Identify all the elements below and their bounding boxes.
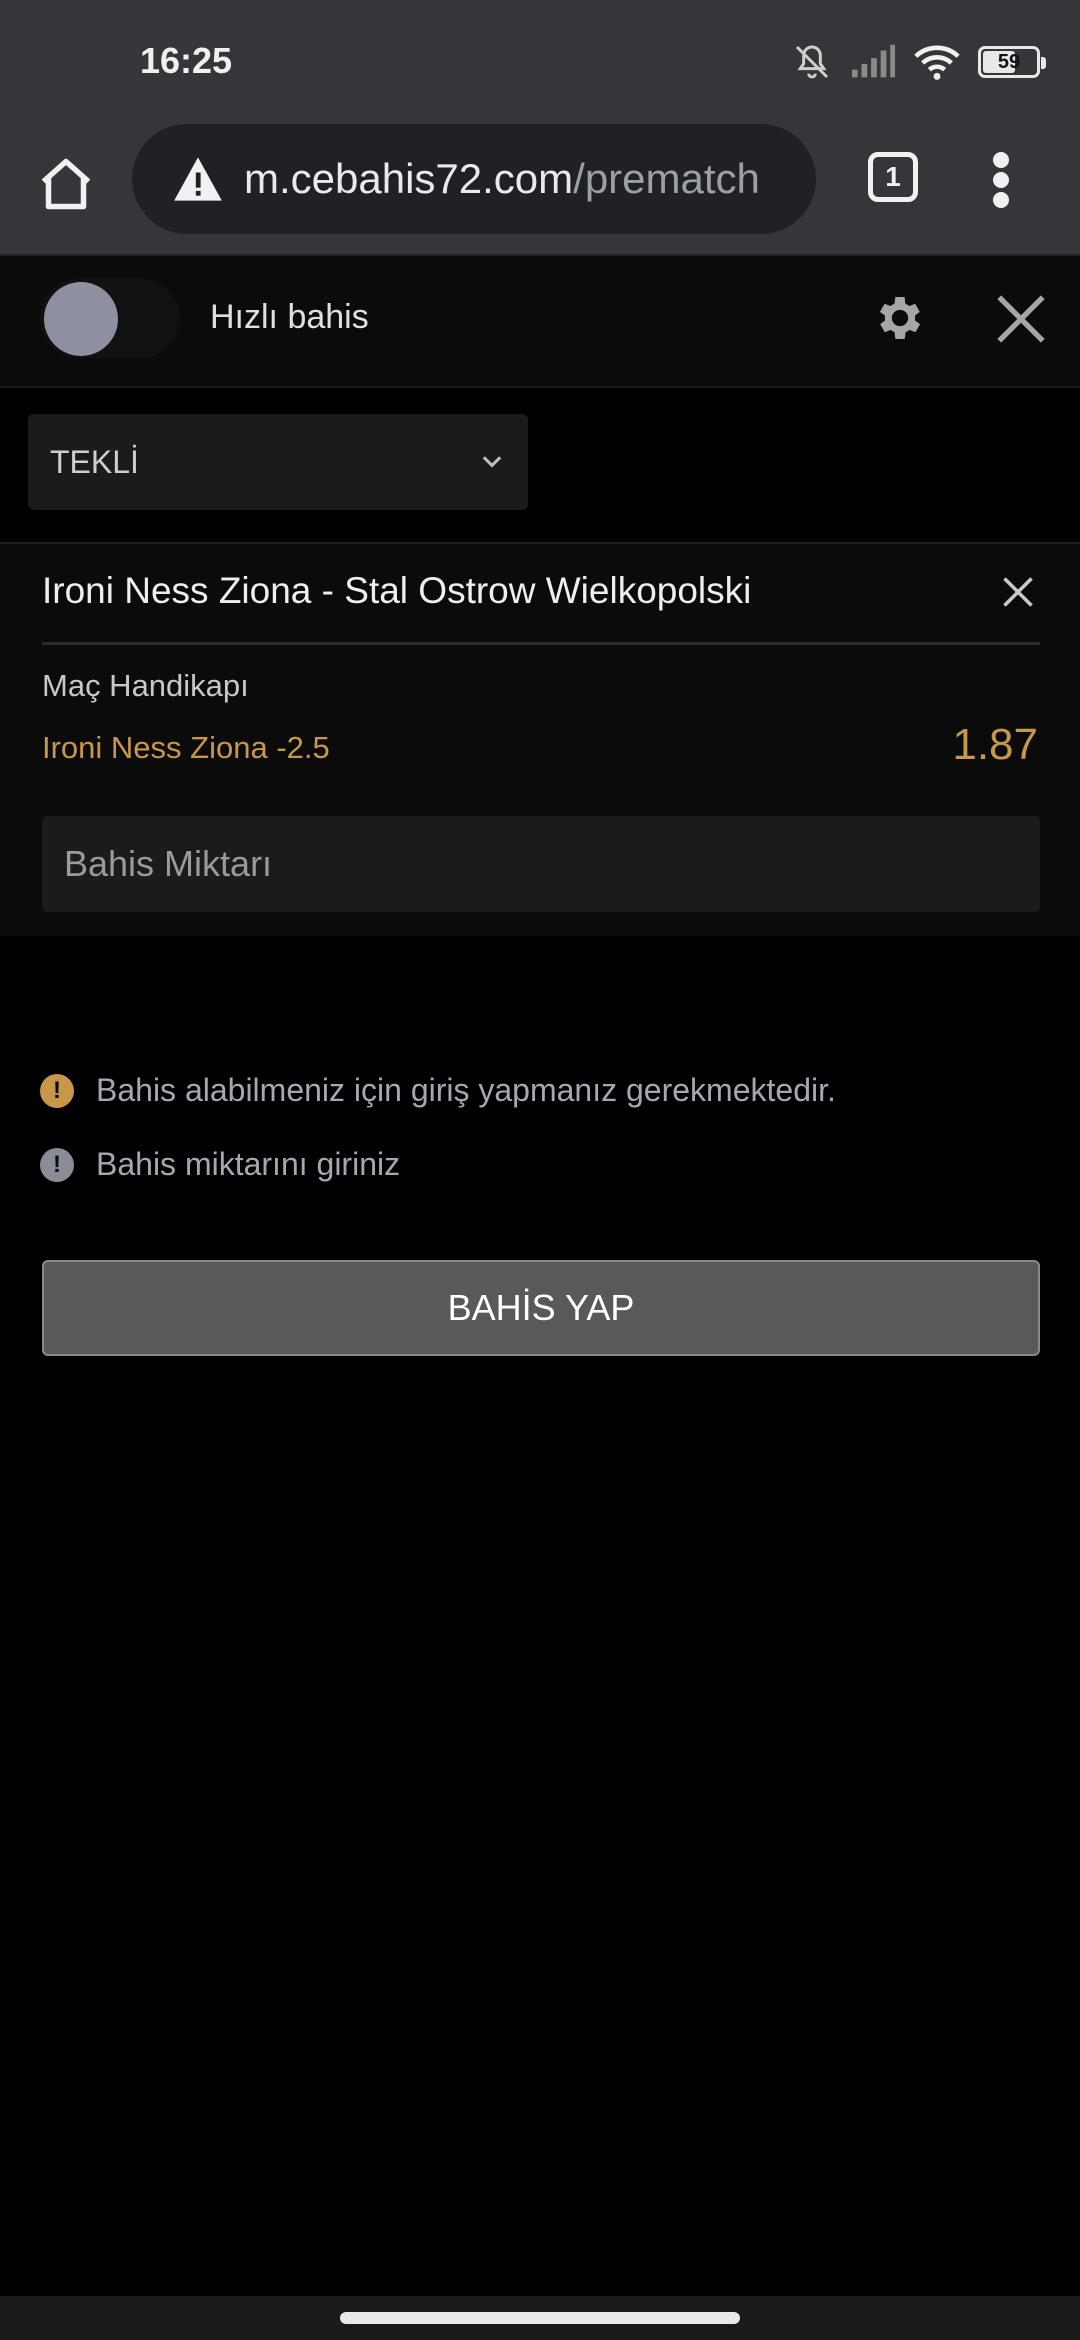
odds-value: 1.87 <box>952 720 1038 769</box>
exclamation-icon: ! <box>40 1147 74 1182</box>
address-bar[interactable]: m.cebahis72.com/prematch <box>132 124 816 234</box>
close-icon[interactable] <box>992 290 1050 348</box>
tab-count: 1 <box>885 161 901 192</box>
status-time: 16:25 <box>140 40 233 81</box>
browser-toolbar: m.cebahis72.com/prematch 1 <box>0 124 1080 256</box>
wifi-icon <box>914 45 960 80</box>
bet-card: Ironi Ness Ziona - Stal Ostrow Wielkopol… <box>0 544 1080 936</box>
stake-required-message: ! Bahis miktarını giriniz <box>40 1146 400 1183</box>
url-text[interactable]: m.cebahis72.com/prematch <box>244 155 760 203</box>
status-icons: 59 <box>792 38 1046 86</box>
tabs-icon[interactable]: 1 <box>868 152 918 202</box>
gear-icon[interactable] <box>872 290 928 346</box>
bell-off-icon <box>795 45 829 79</box>
url-host: m.cebahis72.com <box>244 155 574 202</box>
signal-icon <box>851 44 896 78</box>
quick-bet-toggle[interactable] <box>40 278 180 358</box>
card-divider <box>42 642 1040 645</box>
place-bet-button[interactable]: BAHİS YAP <box>42 1260 1040 1356</box>
message-text: Bahis miktarını giriniz <box>96 1146 401 1182</box>
message-text: Bahis alabilmeniz için giriş yapmanız ge… <box>96 1072 836 1108</box>
toggle-knob <box>44 282 118 356</box>
status-bar: 16:25 59 <box>0 0 1080 124</box>
warning-icon[interactable] <box>172 155 224 203</box>
more-vert-icon[interactable] <box>986 150 1016 210</box>
exclamation-icon: ! <box>40 1073 74 1108</box>
url-path: /prematch <box>573 155 760 202</box>
battery-level: 59 <box>997 50 1021 73</box>
stake-input[interactable] <box>42 816 1040 912</box>
betslip-header: Hızlı bahis <box>0 256 1080 388</box>
chevron-down-icon <box>482 456 502 468</box>
quick-bet-label: Hızlı bahis <box>210 298 369 336</box>
battery-icon: 59 <box>978 46 1046 78</box>
home-indicator[interactable] <box>340 2312 740 2324</box>
selection-name: Ironi Ness Ziona -2.5 <box>42 730 330 765</box>
login-required-message: ! Bahis alabilmeniz için giriş yapmanız … <box>40 1072 836 1109</box>
home-icon[interactable] <box>36 154 96 214</box>
match-title: Ironi Ness Ziona - Stal Ostrow Wielkopol… <box>42 570 752 611</box>
bet-type-select[interactable]: TEKLİ <box>28 414 528 510</box>
market-name: Maç Handikapı <box>42 668 249 703</box>
bet-type-value: TEKLİ <box>50 443 139 480</box>
remove-bet-icon[interactable] <box>1000 574 1036 610</box>
